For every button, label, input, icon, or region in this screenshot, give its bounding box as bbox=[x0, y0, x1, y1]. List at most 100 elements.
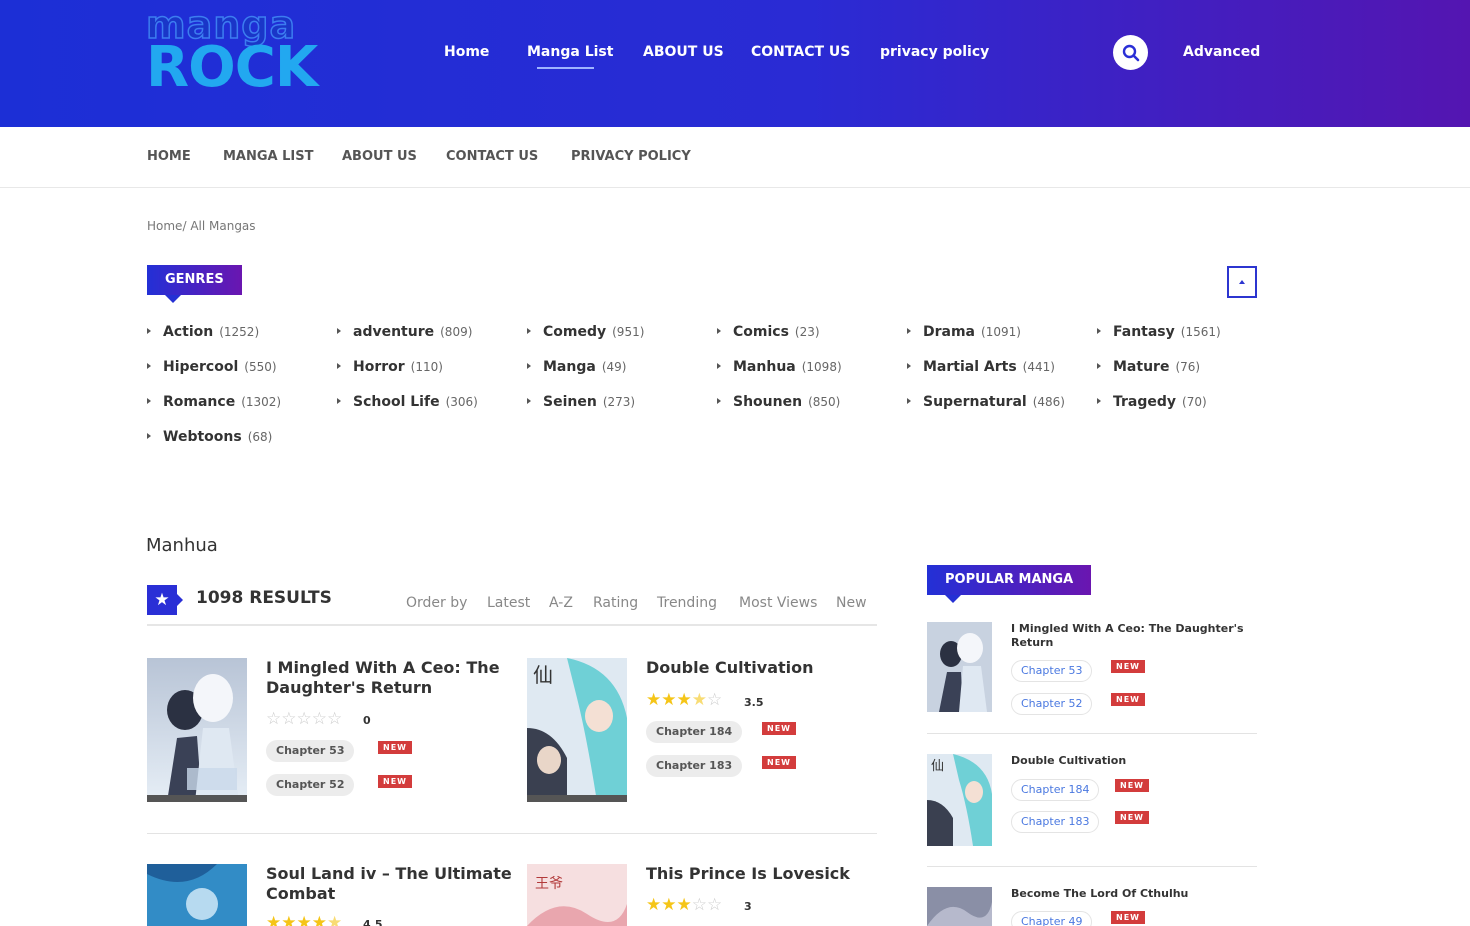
genre-item[interactable]: Supernatural (486) bbox=[907, 392, 1065, 412]
genre-item[interactable]: Horror (110) bbox=[337, 357, 443, 377]
manga-title[interactable]: This Prince Is Lovesick bbox=[646, 864, 850, 884]
genre-count: (76) bbox=[1175, 360, 1201, 374]
genre-name: School Life bbox=[353, 394, 440, 410]
genre-item[interactable]: Fantasy (1561) bbox=[1097, 322, 1221, 342]
genre-item[interactable]: Romance (1302) bbox=[147, 392, 281, 412]
genre-item[interactable]: Seinen (273) bbox=[527, 392, 635, 412]
chapter-link[interactable]: Chapter 183 bbox=[646, 755, 743, 777]
genre-count: (850) bbox=[808, 395, 841, 409]
manga-title-line-1: Soul Land iv – The Ultimate bbox=[266, 864, 512, 883]
advanced-search-link[interactable]: Advanced bbox=[1183, 42, 1260, 62]
rating-stars: ★★★★☆ bbox=[646, 690, 723, 710]
caret-right-icon bbox=[907, 328, 911, 334]
genre-count: (809) bbox=[440, 325, 473, 339]
genre-item[interactable]: Mature (76) bbox=[1097, 357, 1200, 377]
chapter-link[interactable]: Chapter 184 bbox=[646, 721, 743, 743]
caret-right-icon bbox=[147, 398, 151, 404]
genre-count: (273) bbox=[602, 395, 636, 409]
genre-item[interactable]: Manga (49) bbox=[527, 357, 626, 377]
caret-right-icon bbox=[337, 363, 341, 369]
popular-chapter-link[interactable]: Chapter 52 bbox=[1011, 693, 1093, 715]
chapter-link[interactable]: Chapter 52 bbox=[266, 774, 355, 796]
divider bbox=[927, 866, 1257, 867]
subnav-home[interactable]: HOME bbox=[147, 149, 191, 164]
subnav-about-us[interactable]: ABOUT US bbox=[342, 149, 417, 164]
popular-title[interactable]: Double Cultivation bbox=[1011, 754, 1251, 768]
genre-item[interactable]: Comics (23) bbox=[717, 322, 820, 342]
order-trending[interactable]: Trending bbox=[657, 595, 717, 611]
rating-stars: ☆☆☆☆☆ bbox=[266, 709, 343, 729]
star-icon: ★ bbox=[147, 585, 183, 615]
rating-value: 3 bbox=[744, 900, 752, 913]
genre-item[interactable]: Hipercool (550) bbox=[147, 357, 277, 377]
genre-item[interactable]: Drama (1091) bbox=[907, 322, 1021, 342]
popular-chapter-link[interactable]: Chapter 183 bbox=[1011, 811, 1100, 833]
popular-cover[interactable]: 仙 bbox=[927, 754, 992, 846]
order-most-views[interactable]: Most Views bbox=[739, 595, 817, 611]
site-logo[interactable]: manga ROCK bbox=[145, 5, 318, 98]
genre-item[interactable]: Manhua (1098) bbox=[717, 357, 842, 377]
genre-name: Hipercool bbox=[163, 359, 239, 375]
manga-title-line-2: Daughter's Return bbox=[266, 678, 433, 697]
nav-about-us[interactable]: ABOUT US bbox=[643, 42, 724, 62]
order-latest[interactable]: Latest bbox=[487, 595, 530, 611]
manga-title-line-1: This Prince Is Lovesick bbox=[646, 864, 850, 883]
nav-home[interactable]: Home bbox=[444, 42, 489, 62]
breadcrumb-separator: / bbox=[182, 219, 187, 233]
manga-cover[interactable] bbox=[147, 864, 247, 926]
manga-title[interactable]: I Mingled With A Ceo: The Daughter's Ret… bbox=[266, 658, 500, 698]
genre-item[interactable]: Webtoons (68) bbox=[147, 427, 272, 447]
genre-name: Comedy bbox=[543, 324, 607, 340]
popular-cover[interactable] bbox=[927, 622, 992, 712]
manga-cover[interactable]: 仙 bbox=[527, 658, 627, 802]
caret-right-icon bbox=[1097, 363, 1101, 369]
category-title: Manhua bbox=[146, 535, 218, 556]
new-badge: NEW bbox=[1111, 660, 1145, 673]
genre-name: Drama bbox=[923, 324, 976, 340]
caret-up-icon bbox=[1239, 280, 1245, 284]
subnav-contact-us[interactable]: CONTACT US bbox=[446, 149, 538, 164]
genre-item[interactable]: Comedy (951) bbox=[527, 322, 644, 342]
manga-title[interactable]: Double Cultivation bbox=[646, 658, 814, 678]
chapter-link[interactable]: Chapter 53 bbox=[266, 740, 355, 762]
popular-chapter-link[interactable]: Chapter 49 bbox=[1011, 911, 1093, 926]
new-badge: NEW bbox=[1115, 811, 1149, 824]
genre-count: (306) bbox=[445, 395, 478, 409]
nav-contact-us[interactable]: CONTACT US bbox=[751, 42, 850, 62]
genre-count: (951) bbox=[612, 325, 645, 339]
popular-title[interactable]: Become The Lord Of Cthulhu bbox=[1011, 887, 1251, 901]
search-button[interactable] bbox=[1113, 35, 1148, 70]
active-nav-indicator bbox=[537, 67, 594, 69]
popular-cover[interactable] bbox=[927, 887, 992, 926]
order-by-label: Order by bbox=[406, 595, 468, 611]
subnav-manga-list[interactable]: MANGA LIST bbox=[223, 149, 314, 164]
genres-collapse-button[interactable] bbox=[1227, 266, 1257, 298]
genre-count: (1091) bbox=[981, 325, 1021, 339]
manga-title-line-1: Double Cultivation bbox=[646, 658, 814, 677]
genre-item[interactable]: Martial Arts (441) bbox=[907, 357, 1055, 377]
nav-privacy-policy[interactable]: privacy policy bbox=[880, 42, 989, 62]
svg-text:王爷: 王爷 bbox=[535, 876, 563, 892]
subnav-privacy-policy[interactable]: PRIVACY POLICY bbox=[571, 149, 691, 164]
manga-title[interactable]: Soul Land iv – The Ultimate Combat bbox=[266, 864, 512, 904]
genre-item[interactable]: Tragedy (70) bbox=[1097, 392, 1207, 412]
caret-right-icon bbox=[1097, 328, 1101, 334]
manga-cover[interactable]: 王爷 bbox=[527, 864, 627, 926]
order-a-z[interactable]: A-Z bbox=[549, 595, 573, 611]
genre-item[interactable]: School Life (306) bbox=[337, 392, 478, 412]
new-badge: NEW bbox=[1115, 779, 1149, 792]
genre-item[interactable]: Action (1252) bbox=[147, 322, 259, 342]
caret-right-icon bbox=[1097, 398, 1101, 404]
caret-right-icon bbox=[907, 363, 911, 369]
popular-title[interactable]: I Mingled With A Ceo: The Daughter's Ret… bbox=[1011, 622, 1251, 650]
manga-cover[interactable] bbox=[147, 658, 247, 802]
order-rating[interactable]: Rating bbox=[593, 595, 638, 611]
rating-stars: ★★★★★ bbox=[266, 913, 343, 926]
breadcrumb-home[interactable]: Home bbox=[147, 219, 182, 233]
genre-item[interactable]: adventure (809) bbox=[337, 322, 472, 342]
genre-item[interactable]: Shounen (850) bbox=[717, 392, 840, 412]
popular-chapter-link[interactable]: Chapter 53 bbox=[1011, 660, 1093, 682]
order-new[interactable]: New bbox=[836, 595, 867, 611]
nav-manga-list[interactable]: Manga List bbox=[527, 42, 613, 62]
popular-chapter-link[interactable]: Chapter 184 bbox=[1011, 779, 1100, 801]
